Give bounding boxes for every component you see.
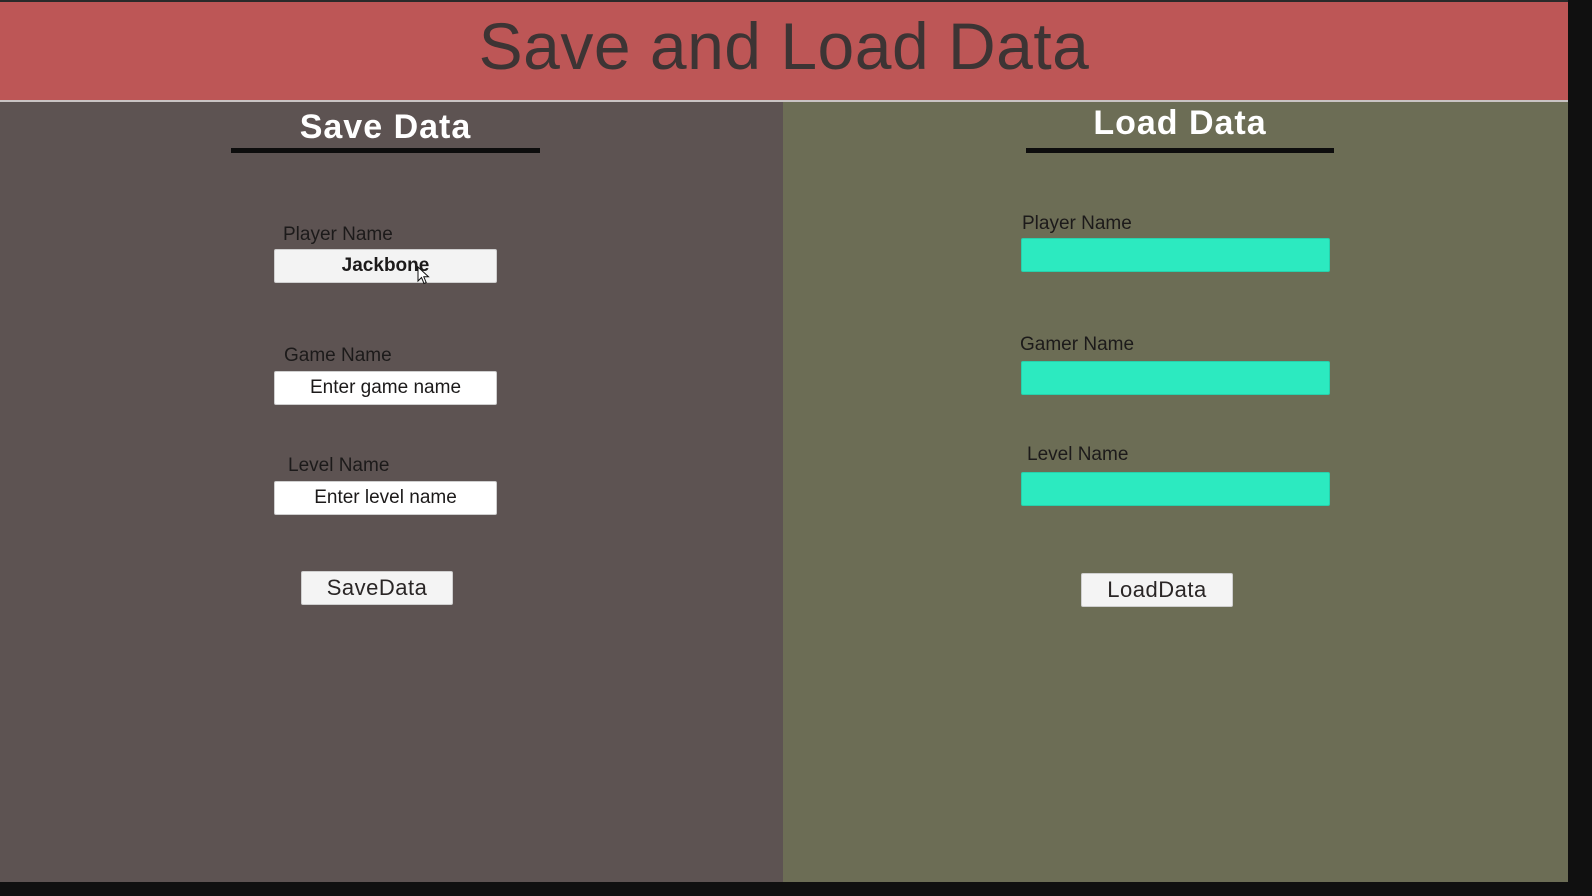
load-title-underline — [1026, 148, 1334, 153]
load-gamer-name-label: Gamer Name — [1020, 334, 1135, 355]
save-game-name-input[interactable]: Enter game name — [274, 371, 497, 405]
load-panel-title: Load Data — [1093, 104, 1267, 142]
load-gamer-name-field — [1021, 361, 1330, 395]
save-panel-title: Save Data — [299, 108, 472, 146]
save-level-name-input[interactable]: Enter level name — [274, 481, 497, 515]
app-screen: Save and Load Data Save Data Player Name… — [0, 0, 1568, 882]
save-data-panel: Save Data Player Name Jackbone Game Name… — [0, 102, 783, 882]
load-data-button[interactable]: LoadData — [1081, 573, 1233, 607]
save-game-name-label: Game Name — [284, 345, 392, 366]
load-player-name-field — [1021, 238, 1330, 272]
save-player-name-input[interactable]: Jackbone — [274, 249, 497, 283]
load-level-name-field — [1021, 472, 1330, 506]
header-bar: Save and Load Data — [0, 0, 1568, 102]
page-title: Save and Load Data — [478, 9, 1090, 83]
save-level-name-label: Level Name — [288, 455, 390, 476]
load-player-name-label: Player Name — [1022, 213, 1132, 234]
save-title-underline — [231, 148, 540, 153]
save-data-button[interactable]: SaveData — [301, 571, 453, 605]
save-player-name-label: Player Name — [283, 224, 393, 245]
mouse-pointer-icon — [417, 266, 430, 285]
load-data-panel: Load Data Player Name Gamer Name Level N… — [783, 102, 1568, 882]
load-level-name-label: Level Name — [1027, 444, 1129, 465]
